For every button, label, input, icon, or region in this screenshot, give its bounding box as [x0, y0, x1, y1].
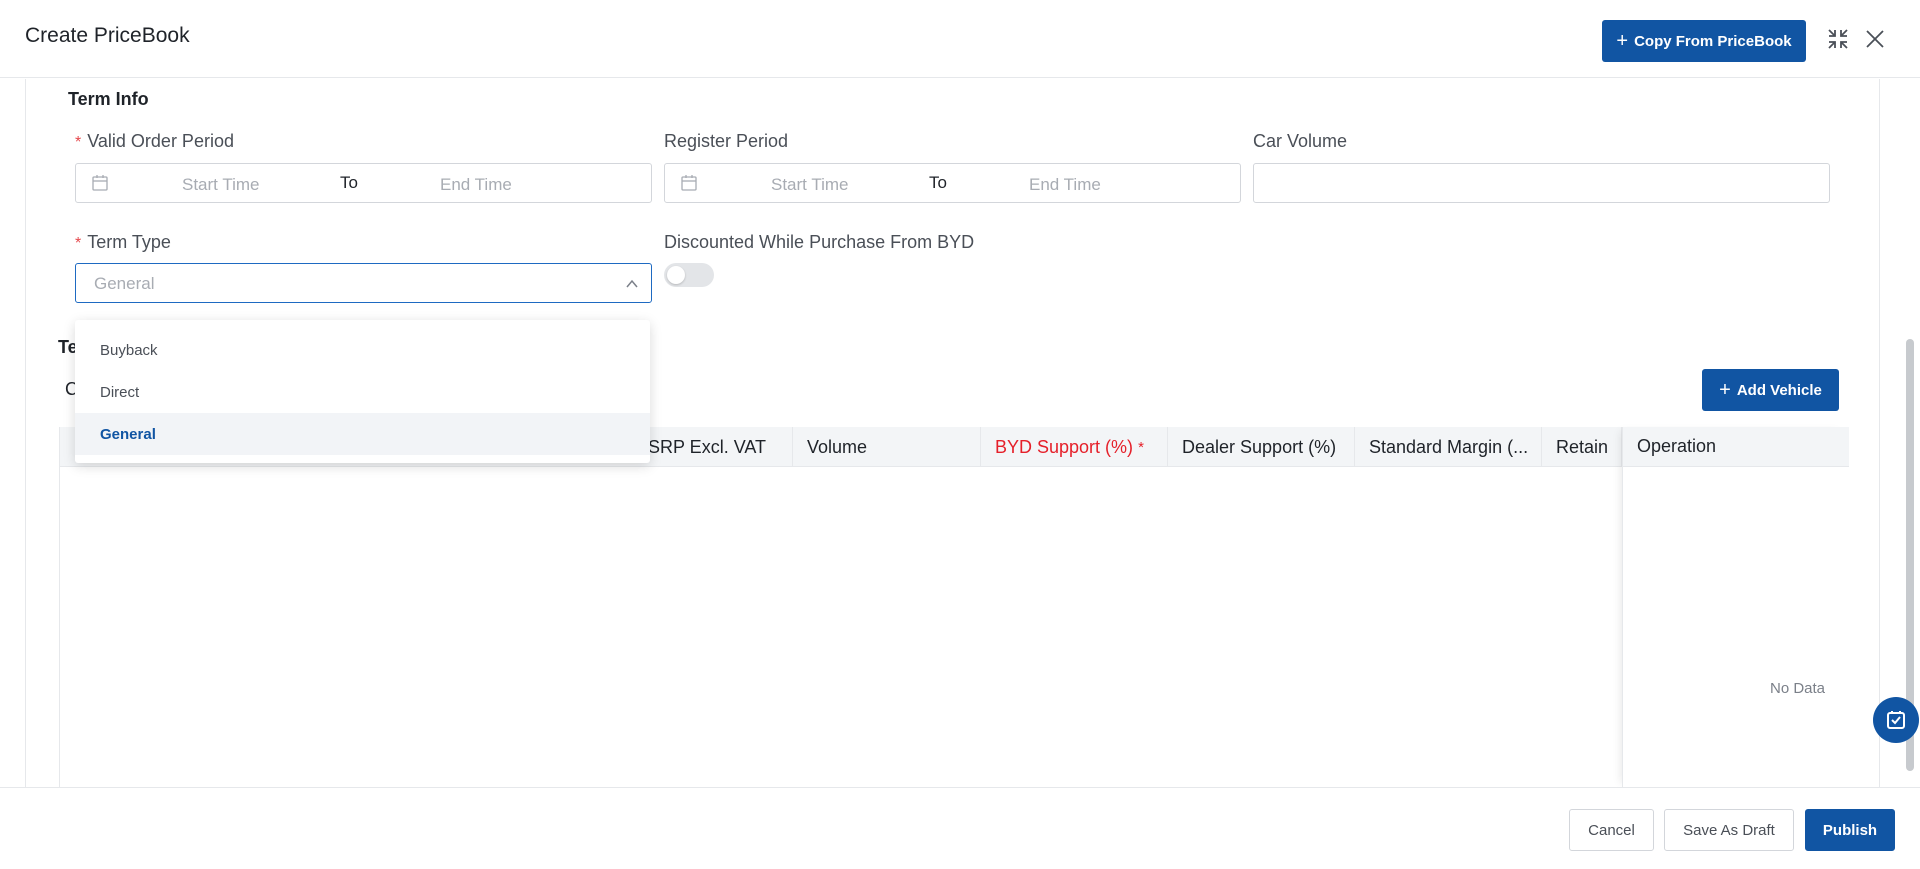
column-retain: Retain [1542, 427, 1622, 467]
car-volume-label: Car Volume [1253, 131, 1348, 151]
collapse-icon[interactable] [1825, 26, 1851, 52]
discounted-label: Discounted While Purchase From BYD [664, 232, 975, 252]
required-mark: * [1138, 438, 1144, 456]
term-info-title: Term Info [68, 89, 149, 109]
column-srp-excl-vat: SRP Excl. VAT [638, 427, 793, 467]
vehicle-table: SRP Excl. VAT Volume BYD Support (%) * De… [59, 427, 1849, 787]
required-mark: * [75, 235, 82, 252]
column-operation: Operation [1623, 427, 1849, 467]
empty-state-text: No Data [1770, 680, 1826, 697]
range-separator: To [340, 173, 358, 192]
save-as-draft-button[interactable]: Save As Draft [1664, 809, 1794, 851]
term-type-select[interactable]: General [75, 263, 652, 303]
publish-button[interactable]: Publish [1805, 809, 1895, 851]
calendar-icon [681, 175, 697, 191]
term-type-option-buyback[interactable]: Buyback [75, 329, 650, 371]
end-time-placeholder: End Time [1029, 175, 1101, 194]
panel-border [1879, 79, 1880, 787]
close-icon[interactable] [1862, 26, 1888, 52]
column-dealer-support: Dealer Support (%) [1168, 427, 1355, 467]
copy-from-pricebook-button[interactable]: + Copy From PriceBook [1602, 20, 1806, 62]
calendar-icon [92, 175, 108, 191]
add-vehicle-label: Add Vehicle [1736, 381, 1822, 399]
dialog-title: Create PriceBook [25, 24, 190, 47]
term-type-option-direct[interactable]: Direct [75, 371, 650, 413]
term-type-value: General [94, 274, 155, 293]
term-type-option-general[interactable]: General [75, 413, 650, 455]
dialog-footer: Cancel Save As Draft Publish [0, 787, 1920, 869]
dialog-header: Create PriceBook + Copy From PriceBook [0, 0, 1920, 78]
toggle-knob [667, 266, 685, 284]
start-time-placeholder: Start Time [771, 175, 849, 194]
chevron-up-icon [626, 279, 638, 288]
valid-order-period-picker[interactable]: Start Time To End Time [75, 163, 652, 203]
column-volume: Volume [793, 427, 981, 467]
car-volume-input[interactable] [1253, 163, 1830, 203]
operation-column: Operation [1622, 427, 1849, 787]
plus-icon: + [1719, 379, 1731, 401]
checklist-icon [1887, 711, 1905, 729]
column-standard-margin: Standard Margin (... [1355, 427, 1542, 467]
column-byd-support: BYD Support (%) * [981, 427, 1168, 467]
start-time-placeholder: Start Time [182, 175, 260, 194]
term-type-dropdown: Buyback Direct General [75, 320, 650, 463]
end-time-placeholder: End Time [440, 175, 512, 194]
discounted-toggle[interactable] [664, 263, 714, 287]
valid-order-period-label: * Valid Order Period [75, 131, 234, 151]
cancel-button[interactable]: Cancel [1569, 809, 1654, 851]
range-separator: To [929, 173, 947, 192]
required-mark: * [75, 134, 82, 151]
register-period-label: Register Period [664, 131, 789, 151]
add-vehicle-button[interactable]: + Add Vehicle [1702, 369, 1839, 411]
panel-border [25, 79, 26, 787]
floating-task-button[interactable] [1873, 697, 1919, 743]
copy-from-pricebook-label: Copy From PriceBook [1634, 32, 1792, 50]
register-period-picker[interactable]: Start Time To End Time [664, 163, 1241, 203]
plus-icon: + [1616, 30, 1629, 52]
term-type-label: * Term Type [75, 232, 171, 252]
